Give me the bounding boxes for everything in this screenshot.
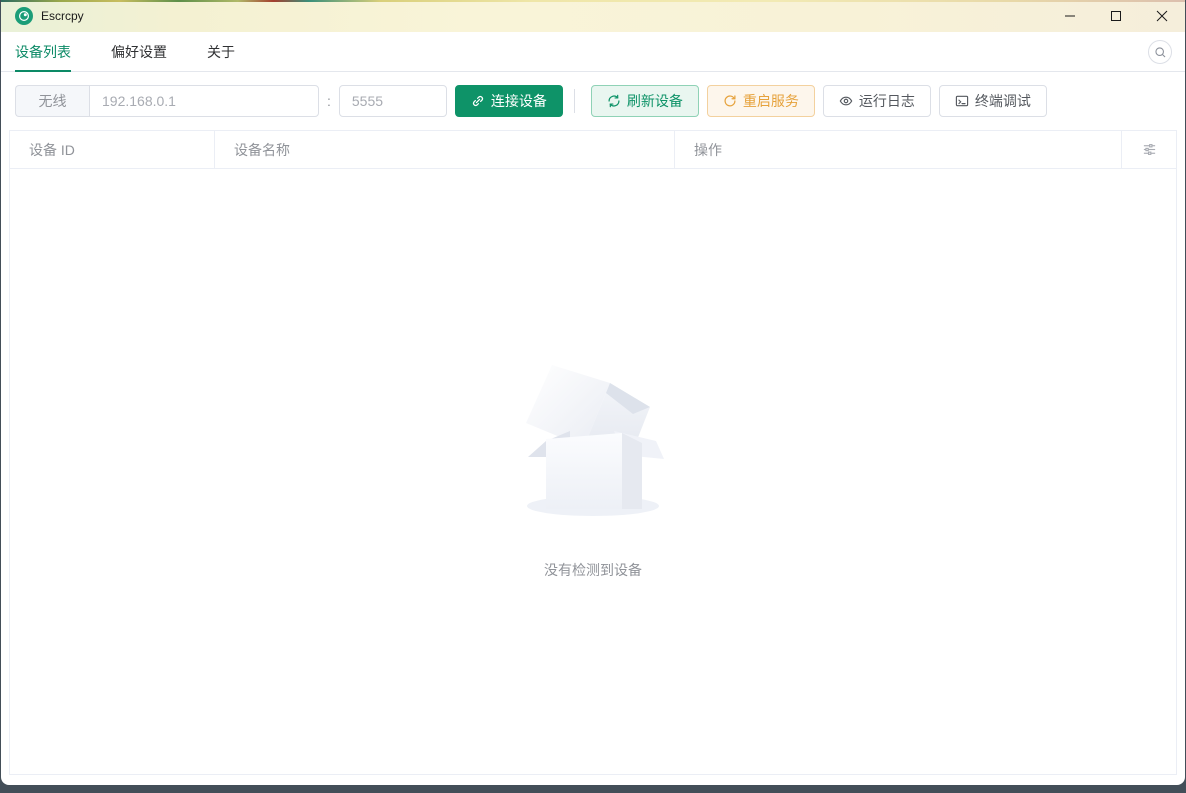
column-settings-button[interactable] <box>1142 142 1157 157</box>
tab-preferences[interactable]: 偏好设置 <box>111 32 167 71</box>
port-input[interactable] <box>338 85 447 117</box>
app-icon <box>15 7 33 25</box>
titlebar: Escrcpy <box>1 0 1185 32</box>
toolbar-divider <box>573 89 575 113</box>
refresh-devices-label: 刷新设备 <box>626 93 683 109</box>
refresh-icon <box>607 94 621 108</box>
toolbar: 无线 : 连接设备 刷新设备 重启服务 <box>1 72 1185 130</box>
maximize-icon <box>1111 11 1121 21</box>
tab-label: 偏好设置 <box>111 43 167 60</box>
ip-input[interactable] <box>89 85 319 117</box>
device-table: 设备 ID 设备名称 操作 没有检测到设备 <box>9 130 1177 775</box>
column-header-device-id: 设备 ID <box>10 131 215 168</box>
terminal-debug-button[interactable]: 终端调试 <box>938 85 1047 117</box>
minimize-button[interactable] <box>1047 0 1093 32</box>
window-controls <box>1047 0 1185 32</box>
empty-state-text: 没有检测到设备 <box>544 562 642 578</box>
column-header-device-name: 设备名称 <box>215 131 675 168</box>
search-icon <box>1154 46 1165 57</box>
run-logs-button[interactable]: 运行日志 <box>822 85 931 117</box>
empty-state: 没有检测到设备 <box>518 363 668 580</box>
restart-service-button[interactable]: 重启服务 <box>706 85 815 117</box>
terminal-debug-label: 终端调试 <box>974 93 1031 109</box>
restart-service-label: 重启服务 <box>742 93 799 109</box>
connect-device-label: 连接设备 <box>490 93 547 109</box>
sliders-icon <box>1143 144 1155 155</box>
tab-device-list[interactable]: 设备列表 <box>15 32 71 72</box>
refresh-devices-button[interactable]: 刷新设备 <box>590 85 699 117</box>
window-title: Escrcpy <box>41 9 84 23</box>
search-button[interactable] <box>1148 40 1172 64</box>
terminal-icon <box>955 94 969 108</box>
link-icon <box>471 94 485 108</box>
close-button[interactable] <box>1139 0 1185 32</box>
column-settings-cell <box>1122 131 1176 168</box>
port-separator: : <box>327 93 331 109</box>
connect-device-button[interactable]: 连接设备 <box>454 85 563 117</box>
tab-bar: 设备列表 偏好设置 关于 <box>1 32 1185 72</box>
tab-label: 关于 <box>207 43 235 60</box>
address-input-group: 无线 <box>15 85 319 117</box>
close-icon <box>1156 10 1168 22</box>
empty-box-illustration <box>526 365 664 516</box>
column-header-actions: 操作 <box>675 131 1122 168</box>
eye-icon <box>839 94 853 108</box>
tab-label: 设备列表 <box>15 43 71 60</box>
app-window: Escrcpy 设备列表 偏好设置 关于 无线 192.168.0.1: 55… <box>1 0 1185 785</box>
table-body: 没有检测到设备 <box>10 169 1176 774</box>
refresh-right-icon <box>723 94 737 108</box>
table-header-row: 设备 ID 设备名称 操作 <box>10 131 1176 169</box>
minimize-icon <box>1065 15 1075 17</box>
wireless-mode-label: 无线 <box>15 85 89 117</box>
run-logs-label: 运行日志 <box>858 93 915 109</box>
tab-about[interactable]: 关于 <box>207 32 235 71</box>
maximize-button[interactable] <box>1093 0 1139 32</box>
